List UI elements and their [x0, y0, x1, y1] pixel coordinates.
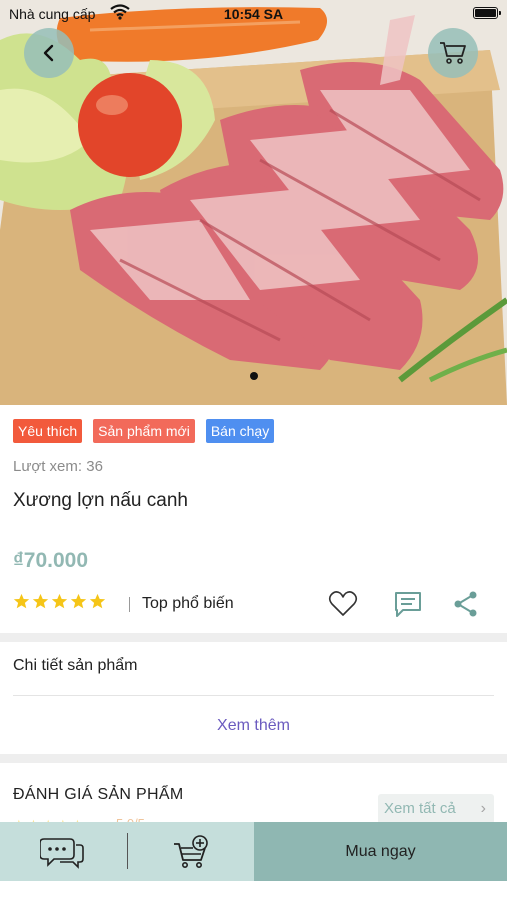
- bottom-left-actions: [0, 822, 254, 881]
- heart-icon[interactable]: [328, 589, 358, 619]
- chevron-left-icon: [43, 44, 54, 62]
- buy-now-button[interactable]: Mua ngay: [254, 822, 507, 881]
- chevron-right-icon: ›: [480, 800, 486, 817]
- cart-button[interactable]: [428, 28, 478, 78]
- star-icon: [13, 593, 30, 609]
- popular-label: Top phổ biến: [142, 595, 234, 612]
- rating-row: Top phổ biến: [13, 589, 493, 619]
- rating-stars: [13, 593, 106, 610]
- product-info: Yêu thích Sản phẩm mới Bán chạy Lượt xem…: [0, 405, 507, 633]
- product-price: ₫70.000: [13, 549, 89, 572]
- details-label: Chi tiết sản phẩm: [13, 657, 138, 674]
- image-page-indicator: [250, 372, 258, 380]
- tag-favorite: Yêu thích: [13, 419, 83, 443]
- star-icon: [51, 593, 68, 609]
- share-icon[interactable]: [451, 589, 481, 619]
- battery-icon: [473, 7, 501, 19]
- view-count: Lượt xem: 36: [13, 458, 103, 475]
- product-tags: Yêu thích Sản phẩm mới Bán chạy: [13, 419, 275, 443]
- see-all-label: Xem tất cả: [384, 800, 456, 817]
- reviews-label: ĐÁNH GIÁ SẢN PHẨM: [13, 786, 184, 803]
- bottom-action-bar: Mua ngay: [0, 822, 507, 881]
- status-bar: Nhà cung cấp 10:54 SA: [0, 0, 507, 28]
- status-time: 10:54 SA: [223, 6, 284, 22]
- tag-new-product: Sản phẩm mới: [93, 419, 195, 443]
- see-more-link[interactable]: Xem thêm: [0, 717, 507, 735]
- section-separator: [0, 754, 507, 763]
- bottom-divider: [127, 833, 128, 869]
- comment-icon[interactable]: [393, 589, 423, 619]
- star-icon: [89, 593, 106, 609]
- back-button[interactable]: [24, 28, 74, 78]
- product-name: Xương lợn nấu canh: [13, 490, 188, 511]
- star-icon: [70, 593, 87, 609]
- star-icon: [32, 593, 49, 609]
- tag-best-seller: Bán chạy: [205, 419, 275, 443]
- cart-icon: [440, 42, 466, 64]
- details-divider: [13, 695, 494, 696]
- section-separator: [0, 633, 507, 642]
- see-all-reviews-button[interactable]: Xem tất cả ›: [378, 794, 494, 824]
- rating-divider: [129, 597, 130, 612]
- chat-icon[interactable]: [40, 835, 84, 869]
- home-indicator-area: [0, 881, 507, 900]
- cart-plus-icon[interactable]: [173, 834, 209, 870]
- product-details-section: Chi tiết sản phẩm Xem thêm: [0, 642, 507, 754]
